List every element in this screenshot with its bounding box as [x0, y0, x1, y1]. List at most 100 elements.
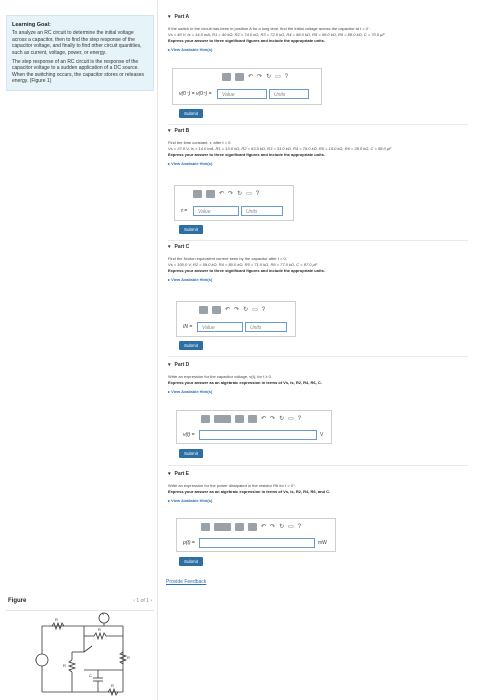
part-d-label: v(t) = — [183, 432, 195, 438]
part-b-label: τ = — [181, 208, 188, 214]
svg-text:R: R — [111, 683, 114, 688]
mu-icon[interactable] — [235, 73, 244, 81]
svg-text:R: R — [127, 655, 130, 660]
part-a-toolbar: ↶ ↷ ↻ ▭ ? — [222, 73, 288, 81]
part-e-submit-button[interactable]: Submit — [179, 557, 203, 566]
part-d-unit: V — [320, 432, 324, 438]
part-e-toolbar: ↶ ↷ ↻ ▭ ? — [201, 523, 301, 531]
svg-text:R: R — [98, 627, 101, 632]
part-d-hints-link[interactable]: ▸ View Available Hint(s) — [168, 389, 468, 394]
reset-icon[interactable]: ↻ — [266, 73, 271, 81]
learning-goal-paragraph-2: The step response of an RC circuit is th… — [12, 59, 145, 85]
part-d-toolbar: ↶ ↷ ↻ ▭ ? — [201, 415, 301, 423]
figure-pager[interactable]: ‹ 1 of 1 › — [133, 598, 152, 604]
learning-goal-box: Learning Goal: To analyze an RC circuit … — [6, 15, 154, 91]
part-a-title: Part A — [174, 14, 190, 20]
alpha-icon[interactable] — [214, 523, 231, 531]
circuit-diagram: I R R R R C R V — [35, 612, 130, 697]
part-d-header[interactable]: ▾ Part D — [168, 362, 468, 368]
part-e-instructions: Express your answer as an algebraic expr… — [168, 489, 331, 494]
vec-icon[interactable] — [235, 523, 244, 531]
provide-feedback-link[interactable]: Provide Feedback — [166, 579, 206, 585]
part-e-unit: mW — [318, 540, 327, 546]
part-b-answer-box: ↶ ↷ ↻ ▭ ? τ = Value Units — [174, 185, 294, 221]
vec-icon[interactable] — [235, 415, 244, 423]
part-c-submit-button[interactable]: Submit — [179, 341, 203, 350]
part-c-title: Part C — [174, 244, 190, 250]
part-c-answer-box: ↶ ↷ ↻ ▭ ? IN = Value Units — [176, 301, 296, 337]
reset-icon[interactable]: ↻ — [279, 415, 284, 423]
part-d-submit-button[interactable]: Submit — [179, 449, 203, 458]
keyboard-icon[interactable]: ▭ — [288, 523, 294, 531]
templates-icon[interactable] — [199, 306, 208, 314]
part-c: ▾ Part C Find the Norton equivalent curre… — [168, 244, 468, 282]
redo-icon[interactable]: ↷ — [234, 306, 239, 314]
part-d-expression-input[interactable] — [199, 430, 317, 440]
part-b-units-input[interactable]: Units — [241, 206, 283, 216]
matrix-icon[interactable] — [248, 523, 257, 531]
part-b-submit-button[interactable]: Submit — [179, 225, 203, 234]
part-c-header[interactable]: ▾ Part C — [168, 244, 468, 250]
matrix-icon[interactable] — [248, 415, 257, 423]
redo-icon[interactable]: ↷ — [228, 190, 233, 198]
divider — [168, 240, 468, 241]
reset-icon[interactable]: ↻ — [237, 190, 242, 198]
part-a-value-input[interactable]: Value — [217, 89, 267, 99]
help-icon[interactable]: ? — [298, 523, 301, 531]
undo-icon[interactable]: ↶ — [248, 73, 253, 81]
keyboard-icon[interactable]: ▭ — [246, 190, 252, 198]
reset-icon[interactable]: ↻ — [279, 523, 284, 531]
divider — [168, 465, 468, 466]
redo-icon[interactable]: ↷ — [270, 415, 275, 423]
redo-icon[interactable]: ↷ — [270, 523, 275, 531]
help-icon[interactable]: ? — [285, 73, 288, 81]
part-b-hints-link[interactable]: ▸ View Available Hint(s) — [168, 161, 468, 166]
part-b-toolbar: ↶ ↷ ↻ ▭ ? — [193, 190, 259, 198]
column-divider — [157, 0, 158, 700]
reset-icon[interactable]: ↻ — [243, 306, 248, 314]
part-b-value-input[interactable]: Value — [193, 206, 239, 216]
part-c-units-input[interactable]: Units — [245, 322, 287, 332]
part-c-toolbar: ↶ ↷ ↻ ▭ ? — [199, 306, 265, 314]
part-a-submit-button[interactable]: Submit — [179, 109, 203, 118]
part-e-expression-input[interactable] — [199, 538, 315, 548]
learning-goal-paragraph-1: To analyze an RC circuit to determine th… — [12, 30, 142, 56]
part-a-header[interactable]: ▾ Part A — [168, 14, 468, 20]
templates-icon[interactable] — [201, 415, 210, 423]
help-icon[interactable]: ? — [256, 190, 259, 198]
part-b-header[interactable]: ▾ Part B — [168, 128, 468, 134]
learning-goal-title: Learning Goal: — [12, 22, 51, 28]
part-a: ▾ Part A If the switch in the circuit has… — [168, 14, 468, 52]
part-d-instructions: Express your answer as an algebraic expr… — [168, 380, 322, 385]
part-e-header[interactable]: ▾ Part E — [168, 471, 468, 477]
undo-icon[interactable]: ↶ — [225, 306, 230, 314]
mu-icon[interactable] — [206, 190, 215, 198]
help-icon[interactable]: ? — [262, 306, 265, 314]
part-c-value-input[interactable]: Value — [197, 322, 243, 332]
svg-text:V: V — [102, 612, 105, 616]
undo-icon[interactable]: ↶ — [261, 523, 266, 531]
part-e-hints-link[interactable]: ▸ View Available Hint(s) — [168, 498, 468, 503]
part-a-label: v(0⁻) = v(0⁺) = — [179, 91, 212, 97]
alpha-icon[interactable] — [214, 415, 231, 423]
keyboard-icon[interactable]: ▭ — [275, 73, 281, 81]
redo-icon[interactable]: ↷ — [257, 73, 262, 81]
undo-icon[interactable]: ↶ — [261, 415, 266, 423]
undo-icon[interactable]: ↶ — [219, 190, 224, 198]
part-c-label: IN = — [183, 324, 193, 330]
part-b: ▾ Part B Find the time constant, τ, after… — [168, 128, 468, 166]
help-icon[interactable]: ? — [298, 415, 301, 423]
templates-icon[interactable] — [222, 73, 231, 81]
part-a-hints-link[interactable]: ▸ View Available Hint(s) — [168, 47, 468, 52]
svg-text:R: R — [55, 617, 58, 622]
part-a-units-input[interactable]: Units — [269, 89, 309, 99]
part-b-title: Part B — [174, 128, 190, 134]
divider — [168, 356, 468, 357]
keyboard-icon[interactable]: ▭ — [252, 306, 258, 314]
part-c-hints-link[interactable]: ▸ View Available Hint(s) — [168, 277, 468, 282]
templates-icon[interactable] — [201, 523, 210, 531]
templates-icon[interactable] — [193, 190, 202, 198]
keyboard-icon[interactable]: ▭ — [288, 415, 294, 423]
figure-label: Figure — [8, 598, 27, 604]
mu-icon[interactable] — [212, 306, 221, 314]
